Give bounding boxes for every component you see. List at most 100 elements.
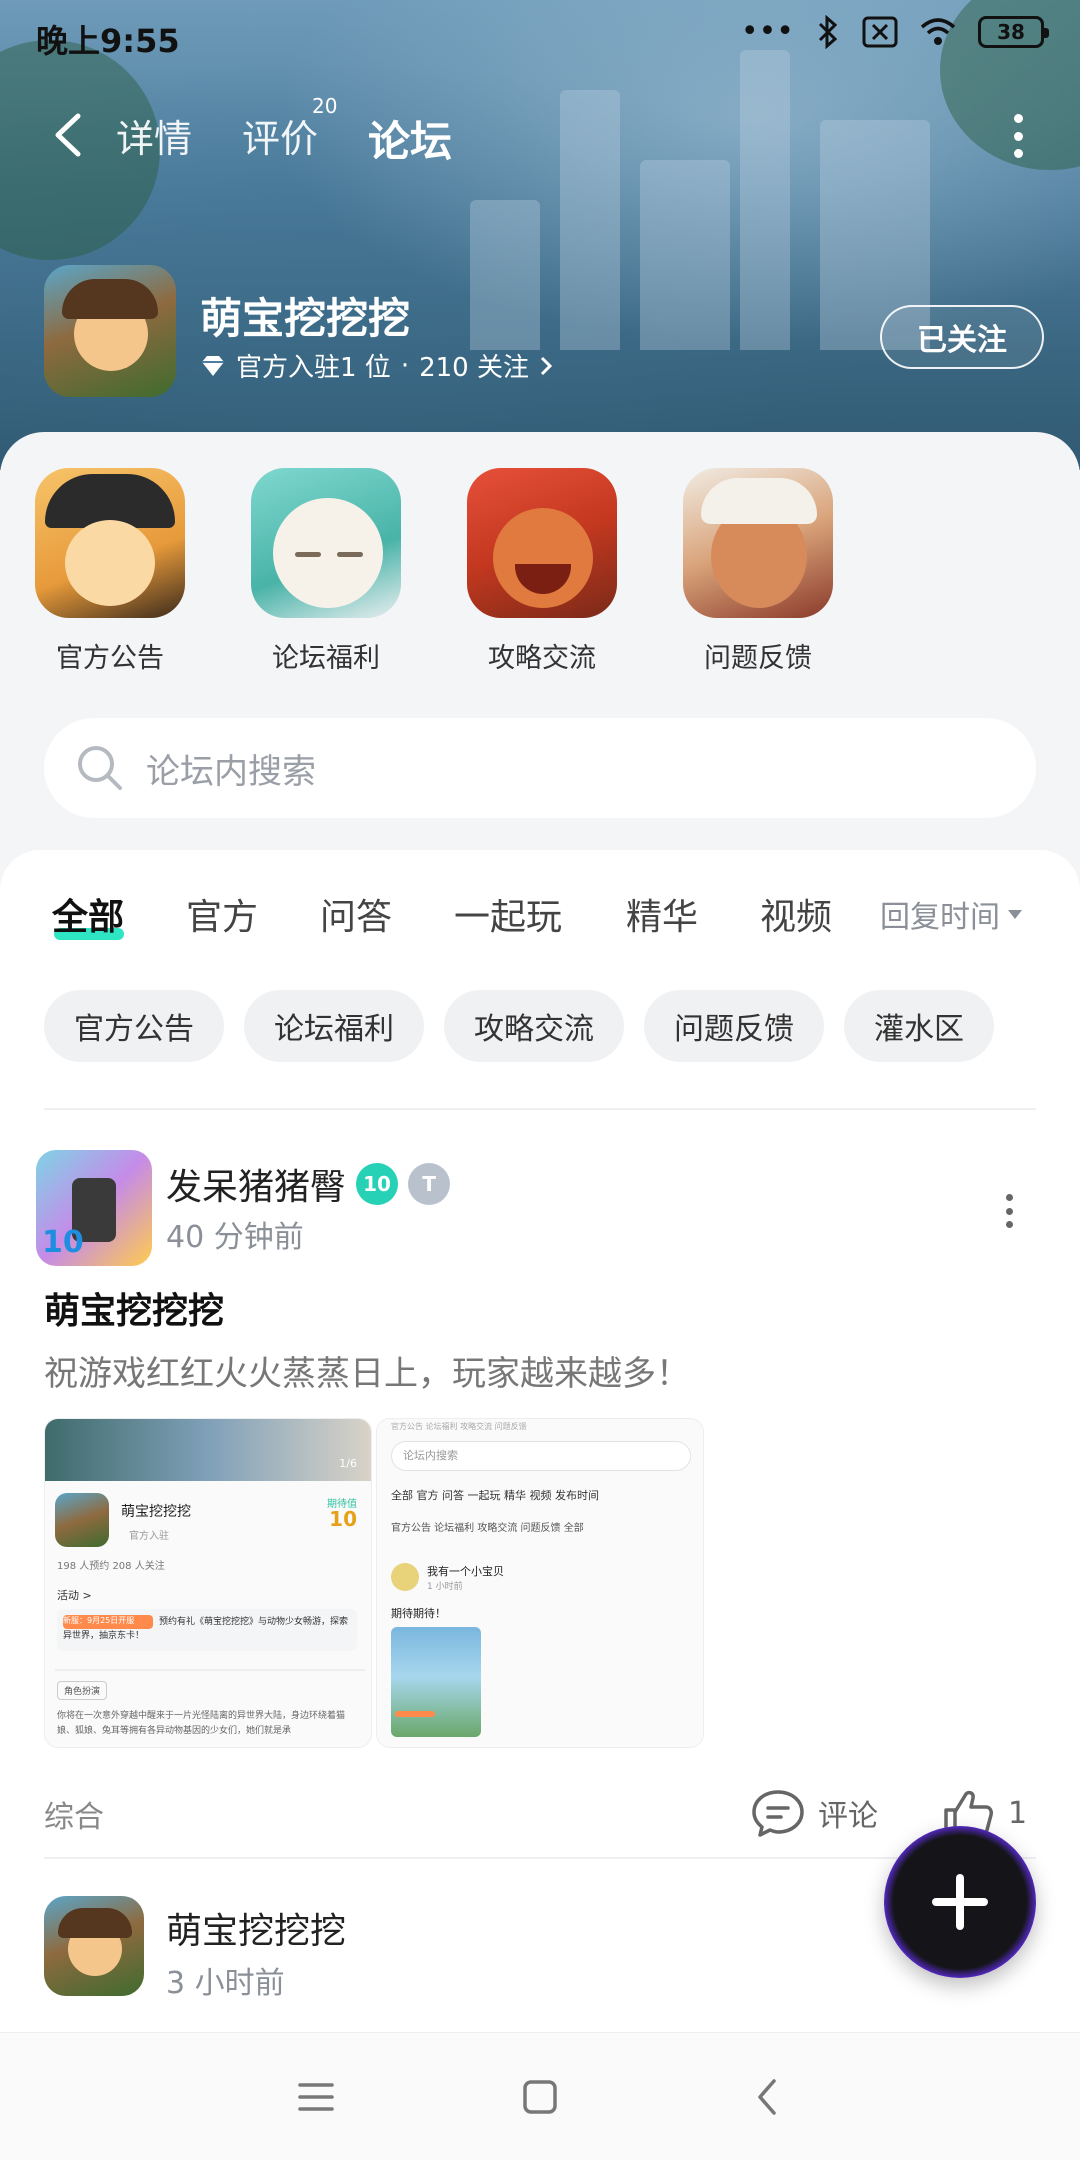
meta-separator: · bbox=[400, 350, 410, 381]
search-input[interactable]: 论坛内搜索 bbox=[146, 744, 316, 793]
post-image[interactable]: 官方公告 论坛福利 攻略交流 问题反馈 论坛内搜索 全部 官方 问答 一起玩 精… bbox=[376, 1418, 704, 1748]
category-guide[interactable]: 攻略交流 bbox=[464, 468, 620, 675]
post-time: 40 分钟前 bbox=[166, 1220, 304, 1255]
category-welfare[interactable]: 论坛福利 bbox=[248, 468, 404, 675]
comment-icon bbox=[752, 1790, 804, 1837]
post-footer: 综合 评论 1 bbox=[44, 1788, 1034, 1838]
guide-cat-icon bbox=[467, 468, 617, 618]
mini-search-text: 论坛内搜索 bbox=[403, 1449, 458, 1462]
subforum-chips: 官方公告 论坛福利 攻略交流 问题反馈 灌水区 bbox=[44, 990, 994, 1062]
post-author[interactable]: 发呆猪猪臀 10 T bbox=[166, 1158, 451, 1210]
dots-icon: ••• bbox=[740, 14, 794, 49]
followers-count[interactable]: 210 关注 bbox=[419, 347, 529, 384]
create-post-button[interactable] bbox=[884, 1826, 1036, 1978]
category-label: 问题反馈 bbox=[704, 643, 812, 674]
status-icons: ••• 38 bbox=[740, 14, 1049, 49]
caret-down-icon bbox=[1008, 909, 1022, 919]
mini-top-tabs: 官方公告 论坛福利 攻略交流 问题反馈 bbox=[391, 1422, 527, 1431]
mini-author: 我有一个小宝贝 bbox=[427, 1565, 504, 1578]
game-meta: 官方入驻1 位 · 210 关注 bbox=[200, 347, 553, 384]
post-author[interactable]: 萌宝挖挖挖 bbox=[166, 1902, 346, 1954]
bluetooth-icon bbox=[818, 14, 838, 49]
post-more-icon[interactable] bbox=[1006, 1194, 1014, 1228]
chip-welfare[interactable]: 论坛福利 bbox=[244, 990, 424, 1062]
back-icon[interactable] bbox=[48, 110, 88, 160]
chip-chat[interactable]: 灌水区 bbox=[844, 990, 994, 1062]
system-nav-bar bbox=[0, 2032, 1080, 2160]
feed-tab-qa[interactable]: 问答 bbox=[320, 888, 392, 940]
feed-tab-all[interactable]: 全部 bbox=[52, 888, 124, 940]
level-badge: 10 bbox=[356, 1163, 399, 1205]
battery-level: 38 bbox=[997, 19, 1025, 44]
category-announcement[interactable]: 官方公告 bbox=[32, 468, 188, 675]
battery-icon: 38 bbox=[978, 15, 1049, 48]
post-body: 祝游戏红红火火蒸蒸日上，玩家越来越多！ bbox=[44, 1354, 690, 1394]
feed-tab-featured[interactable]: 精华 bbox=[626, 888, 698, 940]
mini-time: 1 小时前 bbox=[427, 1582, 463, 1592]
category-row: 官方公告 论坛福利 攻略交流 问题反馈 bbox=[32, 468, 836, 675]
game-info: 萌宝挖挖挖 官方入驻1 位 · 210 关注 已关注 bbox=[44, 265, 1044, 400]
diamond-icon bbox=[202, 355, 224, 376]
search-icon bbox=[78, 746, 122, 790]
tab-reviews[interactable]: 评价 bbox=[242, 108, 318, 163]
mini-text: 期待期待！ bbox=[391, 1607, 446, 1620]
status-bar: 晚上9:55 ••• 38 bbox=[0, 0, 1080, 70]
back-nav-icon[interactable] bbox=[740, 2069, 796, 2125]
mini-section: 角色扮演 bbox=[57, 1681, 108, 1700]
mini-game-name: 萌宝挖挖挖 bbox=[121, 1504, 191, 1520]
mini-chips: 官方公告 论坛福利 攻略交流 问题反馈 全部 bbox=[391, 1523, 584, 1534]
game-icon[interactable] bbox=[44, 265, 176, 397]
more-options-icon[interactable] bbox=[1014, 114, 1024, 158]
category-label: 攻略交流 bbox=[488, 643, 596, 674]
sim-x-icon bbox=[862, 16, 898, 47]
announcement-cat-icon bbox=[35, 468, 185, 618]
tab-details[interactable]: 详情 bbox=[116, 108, 192, 163]
feedback-cat-icon bbox=[683, 468, 833, 618]
official-count: 官方入驻1 位 bbox=[236, 353, 391, 383]
chip-guide[interactable]: 攻略交流 bbox=[444, 990, 624, 1062]
plus-icon bbox=[932, 1874, 988, 1930]
feed-tab-official[interactable]: 官方 bbox=[186, 888, 258, 940]
home-icon[interactable] bbox=[512, 2069, 568, 2125]
menu-icon[interactable] bbox=[288, 2069, 344, 2125]
mini-official: 官方入驻 bbox=[129, 1531, 169, 1542]
avatar[interactable]: 10 bbox=[36, 1150, 152, 1266]
forum-search-bar[interactable]: 论坛内搜索 bbox=[44, 718, 1036, 818]
medal-badge: T bbox=[408, 1163, 451, 1205]
category-feedback[interactable]: 问题反馈 bbox=[680, 468, 836, 675]
mini-activity: 活动 > bbox=[57, 1589, 92, 1602]
tab-forum[interactable]: 论坛 bbox=[368, 108, 452, 169]
post-title: 萌宝挖挖挖 bbox=[44, 1291, 225, 1332]
status-time: 晚上9:55 bbox=[36, 22, 180, 60]
sort-dropdown[interactable]: 回复时间 bbox=[880, 892, 1022, 936]
post-image[interactable]: 1/6 萌宝挖挖挖 官方入驻 期待值 10 198 人预约 208 人关注 活动… bbox=[44, 1418, 372, 1748]
feed-tab-video[interactable]: 视频 bbox=[760, 888, 832, 940]
divider bbox=[44, 1857, 1036, 1859]
game-banner: 晚上9:55 ••• 38 详情 评价 20 论坛 萌宝挖挖挖 官方入驻1 位 … bbox=[0, 0, 1080, 470]
feed-tab-play-together[interactable]: 一起玩 bbox=[454, 888, 562, 940]
category-label: 论坛福利 bbox=[272, 643, 380, 674]
post-tag[interactable]: 综合 bbox=[44, 1792, 104, 1836]
chevron-right-icon bbox=[540, 356, 553, 375]
image-counter: 1/6 bbox=[339, 1457, 357, 1470]
mini-tabs: 全部 官方 问答 一起玩 精华 视频 发布时间 bbox=[391, 1489, 599, 1502]
mini-promo-text: 预约有礼《萌宝挖挖挖》与动物少女畅游，探索异世界，抽京东卡！ bbox=[63, 1617, 349, 1641]
author-name: 发呆猪猪臀 bbox=[166, 1167, 347, 1208]
post-images: 1/6 萌宝挖挖挖 官方入驻 期待值 10 198 人预约 208 人关注 活动… bbox=[44, 1418, 704, 1748]
divider bbox=[44, 1108, 1036, 1110]
sort-label: 回复时间 bbox=[880, 900, 1000, 935]
chip-feedback[interactable]: 问题反馈 bbox=[644, 990, 824, 1062]
top-nav: 详情 评价 20 论坛 bbox=[0, 94, 1080, 170]
comment-button[interactable]: 评论 bbox=[750, 1788, 878, 1838]
avatar[interactable] bbox=[44, 1896, 144, 1996]
mini-stats: 198 人预约 208 人关注 bbox=[57, 1561, 165, 1572]
follow-button[interactable]: 已关注 bbox=[880, 305, 1044, 369]
like-count: 1 bbox=[1008, 1795, 1028, 1831]
reviews-count-badge: 20 bbox=[312, 94, 338, 118]
mini-desc: 你将在一次意外穿越中醒来于一片光怪陆离的异世界大陆，身边环绕着猫娘、狐娘、兔耳等… bbox=[57, 1711, 346, 1736]
avatar-badge: 10 bbox=[42, 1225, 84, 1260]
mini-score: 10 bbox=[329, 1507, 357, 1531]
welfare-cat-icon bbox=[251, 468, 401, 618]
wifi-icon bbox=[920, 17, 956, 45]
chip-announcement[interactable]: 官方公告 bbox=[44, 990, 224, 1062]
